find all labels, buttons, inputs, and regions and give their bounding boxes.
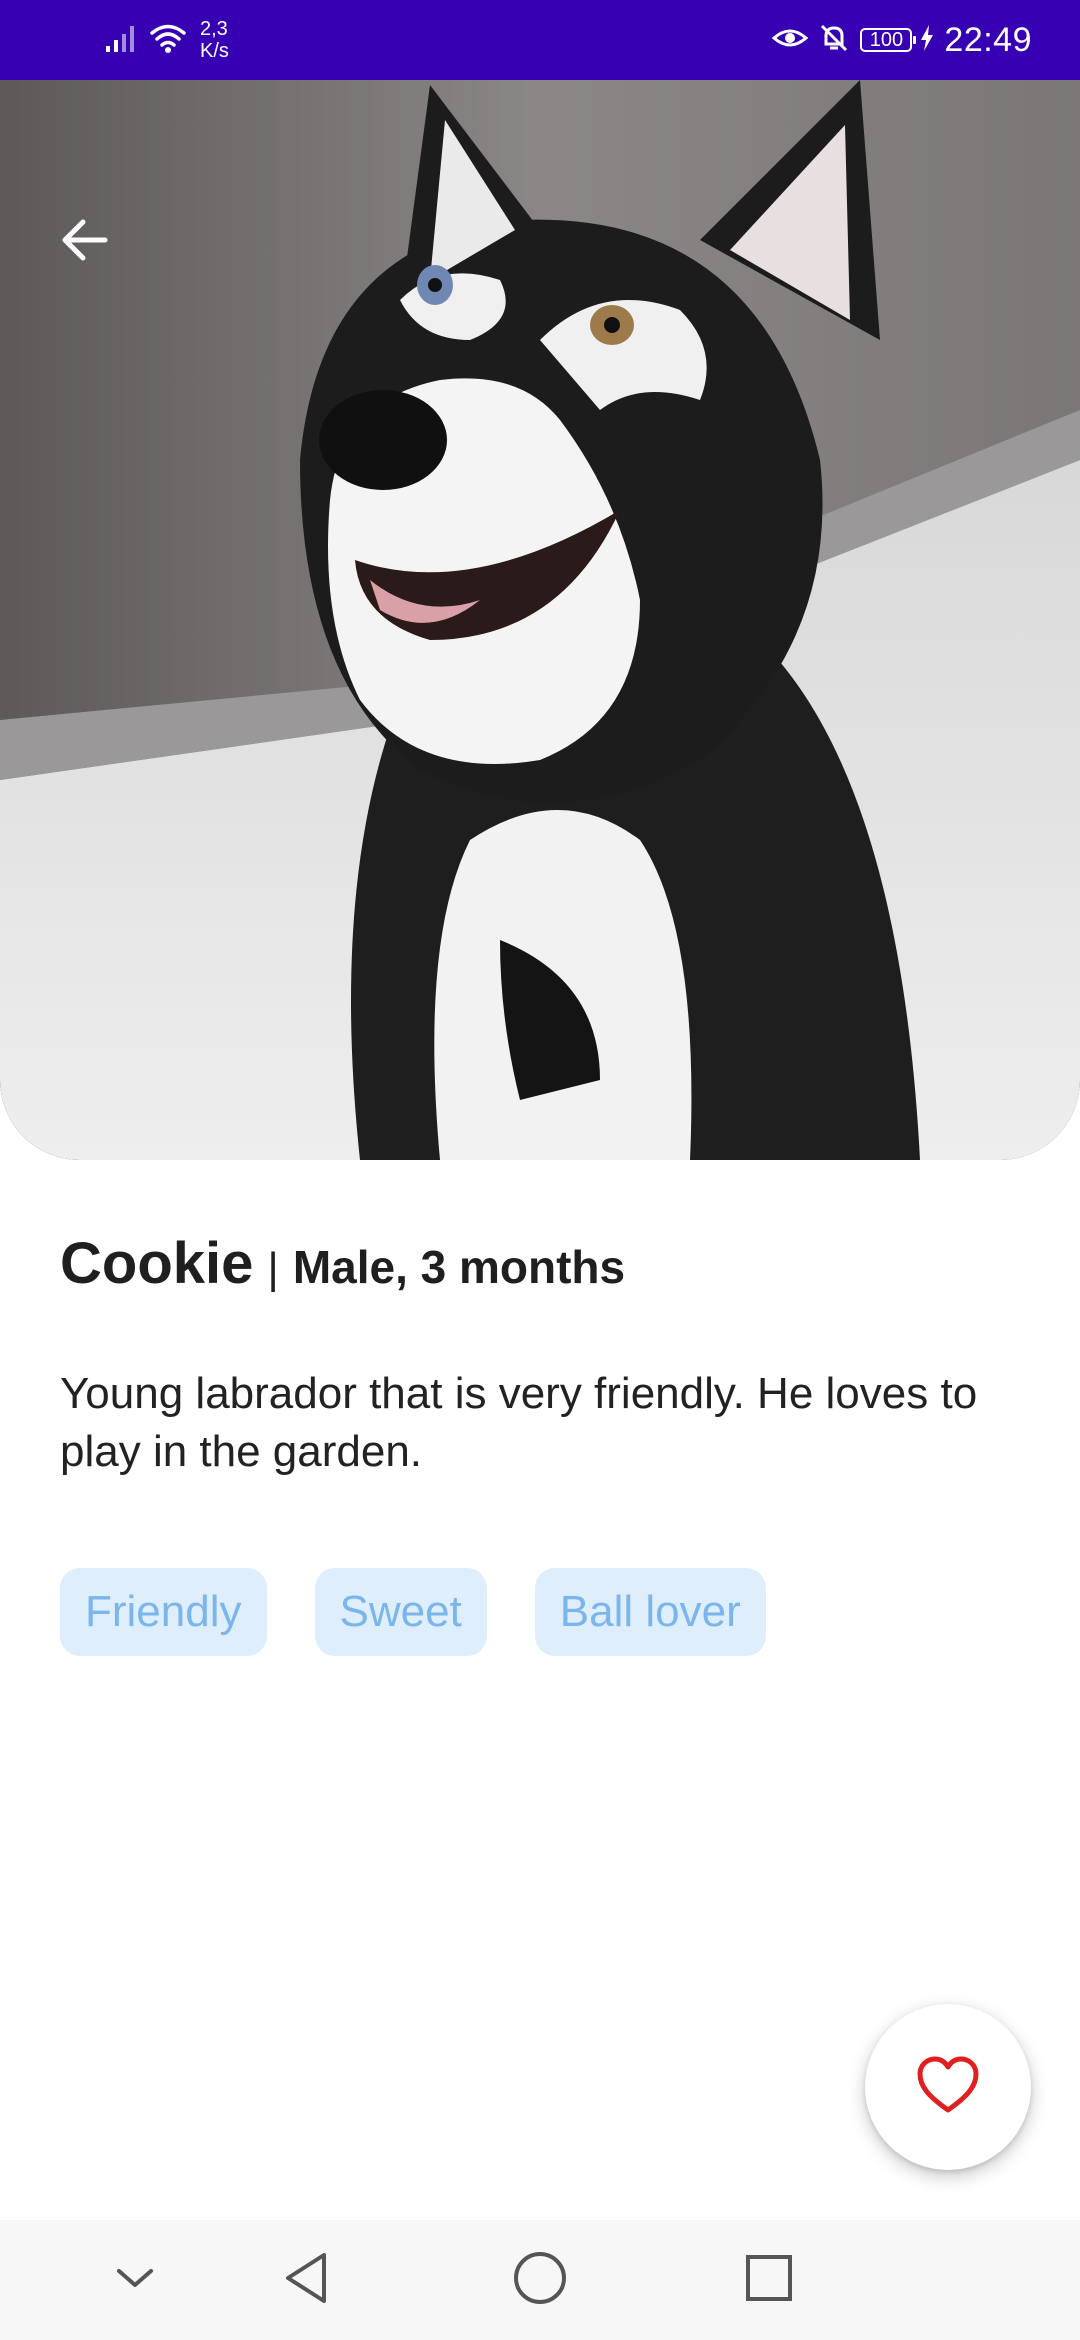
network-speed-unit: K/s bbox=[200, 40, 229, 62]
back-button[interactable] bbox=[44, 200, 124, 280]
tag-chip[interactable]: Ball lover bbox=[534, 1568, 766, 1656]
tag-chip[interactable]: Friendly bbox=[60, 1568, 267, 1656]
status-right: 100 22:49 bbox=[772, 18, 1032, 62]
pet-description: Young labrador that is very friendly. He… bbox=[60, 1369, 978, 1476]
system-nav-bar bbox=[0, 2220, 1080, 2340]
mute-bell-icon bbox=[818, 22, 850, 59]
signal-icon bbox=[104, 22, 140, 59]
pet-photo bbox=[0, 80, 1080, 1160]
nav-home-button[interactable] bbox=[505, 2245, 575, 2315]
status-bar: 2,3 K/s 100 22:49 bbox=[0, 0, 1080, 80]
arrow-left-icon bbox=[57, 213, 111, 267]
nav-back-button[interactable] bbox=[272, 2245, 342, 2315]
heart-outline-icon bbox=[916, 2056, 980, 2119]
charging-bolt-icon bbox=[920, 24, 934, 56]
nav-recents-button[interactable] bbox=[734, 2245, 804, 2315]
pet-name: Cookie bbox=[60, 1231, 254, 1296]
tag-chip[interactable]: Sweet bbox=[314, 1568, 487, 1656]
recents-square-icon bbox=[744, 2253, 794, 2308]
hide-nav-icon bbox=[113, 2265, 157, 2296]
battery-level: 100 bbox=[869, 29, 904, 51]
status-left: 2,3 K/s bbox=[104, 18, 229, 62]
clock: 22:49 bbox=[944, 20, 1032, 59]
favorite-button[interactable] bbox=[865, 2004, 1031, 2170]
pet-tags: Friendly Sweet Ball lover bbox=[60, 1568, 814, 1656]
back-triangle-icon bbox=[282, 2251, 332, 2310]
title-separator: | bbox=[267, 1244, 279, 1293]
eye-comfort-icon bbox=[772, 24, 809, 57]
pet-title-row: Cookie | Male, 3 months bbox=[60, 1230, 625, 1297]
home-circle-icon bbox=[512, 2250, 568, 2311]
pet-gender-age: Male, 3 months bbox=[292, 1241, 626, 1293]
network-speed-value: 2,3 bbox=[200, 18, 228, 40]
network-speed: 2,3 K/s bbox=[200, 18, 229, 62]
hide-nav-button[interactable] bbox=[100, 2245, 170, 2315]
wifi-icon bbox=[148, 22, 188, 59]
battery-icon: 100 bbox=[860, 28, 917, 52]
